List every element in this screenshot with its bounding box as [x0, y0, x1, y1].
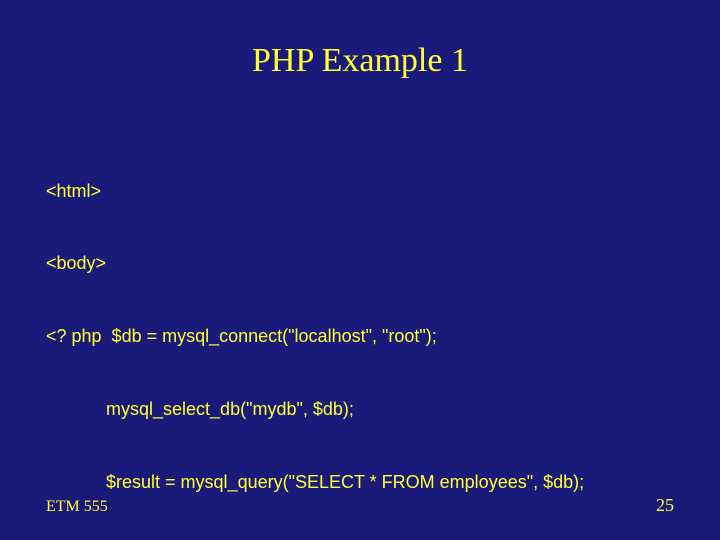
- slide: PHP Example 1 <html> <body> <? php $db =…: [0, 0, 720, 540]
- slide-title: PHP Example 1: [0, 42, 720, 80]
- footer-course: ETM 555: [46, 498, 108, 516]
- code-line: <body>: [46, 251, 674, 275]
- footer-page-number: 25: [656, 495, 674, 516]
- code-line: mysql_select_db("mydb", $db);: [46, 397, 674, 421]
- code-line: <html>: [46, 179, 674, 203]
- code-line: $result = mysql_query("SELECT * FROM emp…: [46, 470, 674, 494]
- code-block: <html> <body> <? php $db = mysql_connect…: [46, 130, 674, 540]
- code-line: <? php $db = mysql_connect("localhost", …: [46, 324, 674, 348]
